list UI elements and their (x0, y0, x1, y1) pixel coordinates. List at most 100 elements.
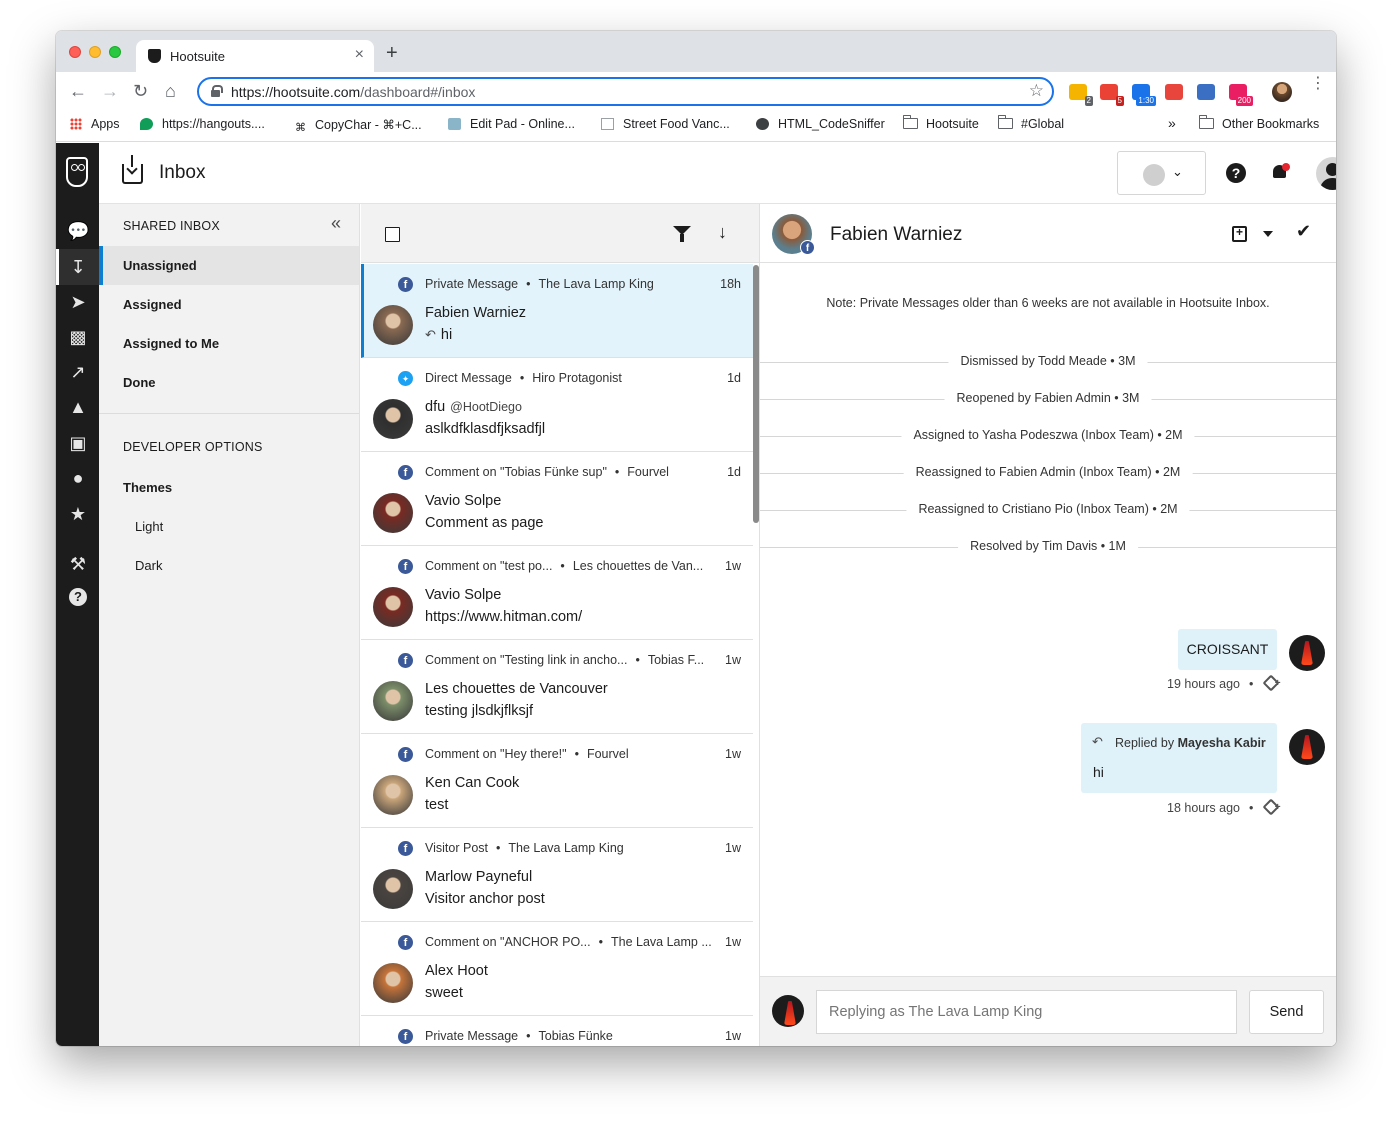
message-preview: Visitor anchor post (425, 891, 545, 907)
bookmark-other[interactable]: Other Bookmarks (1198, 115, 1319, 131)
timer-ext-icon[interactable] (1165, 84, 1183, 100)
browser-menu-icon[interactable]: ⋮ (1310, 76, 1326, 92)
sender-avatar[interactable] (373, 399, 413, 439)
twitter-icon: ✦ (398, 371, 413, 386)
replied-by-label: Replied by Mayesha Kabir (1115, 736, 1266, 750)
apps-puzzle-icon[interactable]: ★ (67, 503, 89, 525)
sticky-notes-ext-icon[interactable]: 2 (1069, 84, 1093, 106)
browser-tab-hootsuite[interactable]: Hootsuite × (136, 40, 374, 72)
publisher-icon[interactable]: ➤ (67, 291, 89, 313)
maximize-window-button[interactable] (109, 46, 121, 58)
message-row[interactable]: f Comment on "test po... • Les chouettes de… (361, 546, 753, 640)
sender-avatar[interactable] (373, 775, 413, 815)
tools-wrench-icon[interactable]: ⚒ (67, 553, 89, 575)
assignments-icon[interactable]: ▣ (67, 432, 89, 454)
message-row[interactable]: f Comment on "Tobias Fünke sup" • Fourvel 1d… (361, 452, 753, 546)
close-window-button[interactable] (69, 46, 81, 58)
bug-icon[interactable]: ● (67, 467, 89, 489)
extension-badge: 1:30 (1136, 96, 1156, 106)
sender-name-line: Alex Hoot (425, 963, 488, 979)
address-bar[interactable]: https://hootsuite.com/dashboard#/inbox ☆ (197, 77, 1054, 106)
trends-icon[interactable]: ↗ (67, 361, 89, 383)
back-arrow-icon[interactable]: ← (69, 82, 87, 100)
message-row[interactable]: f Comment on "Testing link in ancho... • To… (361, 640, 753, 734)
bookmark-htmlcodesniffer[interactable]: HTML_CodeSniffer (756, 117, 885, 131)
bookmark-apps[interactable]: Apps (70, 117, 120, 131)
select-all-checkbox[interactable] (385, 227, 400, 242)
notification-bell-icon[interactable] (1271, 163, 1290, 181)
assign-icon[interactable] (1232, 225, 1247, 242)
bookmark-streetfood[interactable]: Street Food Vanc... (601, 117, 730, 131)
message-row[interactable]: f Comment on "Hey there!" • Fourvel 1w Ken Ca… (361, 734, 753, 828)
message-list-scrollbar[interactable] (753, 265, 759, 523)
command-icon: ⌘ (295, 122, 306, 134)
inbox-nav-icon[interactable]: ↧ (67, 256, 89, 278)
sidebar-item-assigned[interactable]: Assigned (99, 285, 359, 324)
bookmark-label: Hootsuite (926, 117, 979, 131)
message-row[interactable]: f Visitor Post • The Lava Lamp King 1w Marlow… (361, 828, 753, 922)
bookmark-hangouts[interactable]: https://hangouts.... (140, 117, 265, 131)
reply-input[interactable] (816, 990, 1237, 1034)
profile-avatar[interactable] (1272, 82, 1292, 102)
message-meta: Comment on "Testing link in ancho... • Tob… (425, 653, 704, 667)
add-tag-icon[interactable] (1262, 674, 1280, 692)
sender-avatar[interactable] (373, 869, 413, 909)
message-preview-line: testing jlsdkjflksjf (425, 703, 533, 719)
lock-icon[interactable] (211, 85, 223, 97)
shared-inbox-heading: SHARED INBOX (123, 219, 220, 233)
message-type: Private Message (425, 277, 519, 291)
sender-avatar[interactable] (373, 681, 413, 721)
forward-arrow-icon[interactable]: → (101, 82, 119, 100)
sender-avatar[interactable] (373, 305, 413, 345)
streams-icon[interactable]: 💬 (67, 220, 89, 242)
event-text: Assigned to Yasha Podeszwa (Inbox Team) … (901, 428, 1195, 442)
bookmarks-overflow-icon[interactable]: » (1168, 115, 1176, 131)
tab-close-icon[interactable]: × (355, 46, 364, 64)
message-row[interactable]: f Comment on "ANCHOR PO... • The Lava Lamp … (361, 922, 753, 1016)
counter-ext-icon[interactable]: 200 (1229, 84, 1253, 106)
message-row[interactable]: f Private Message • The Lava Lamp King 18h Fa… (361, 264, 753, 358)
message-meta: Comment on "Tobias Fünke sup" • Fourvel (425, 465, 669, 479)
message-row[interactable]: f Private Message • Tobias Fünke 1w (361, 1016, 753, 1046)
sidebar-item-themes[interactable]: Themes (99, 468, 359, 507)
account-switcher-button[interactable]: ⌄ (1117, 151, 1206, 195)
sender-avatar[interactable] (373, 493, 413, 533)
resolve-check-icon[interactable]: ✔ (1296, 221, 1311, 242)
add-tag-icon[interactable] (1262, 798, 1280, 816)
bookmark-copychar[interactable]: ⌘ CopyChar - ⌘+C... (295, 117, 422, 134)
new-tab-button[interactable]: + (386, 43, 398, 63)
collapse-sidebar-icon[interactable]: « (331, 213, 341, 234)
help-nav-icon[interactable]: ? (69, 588, 87, 606)
sender-avatar[interactable] (373, 587, 413, 627)
bookmark-editpad[interactable]: Edit Pad - Online... (448, 117, 575, 131)
filter-icon[interactable] (673, 226, 691, 242)
send-button[interactable]: Send (1249, 990, 1324, 1034)
blue-square-ext-icon[interactable] (1197, 84, 1215, 100)
sender-avatar[interactable] (373, 963, 413, 1003)
user-avatar-icon[interactable] (1316, 157, 1336, 190)
reload-icon[interactable]: ↻ (133, 82, 148, 100)
help-icon[interactable]: ? (1226, 163, 1246, 183)
message-preview: Comment as page (425, 515, 544, 531)
bookmark-star-icon[interactable]: ☆ (1029, 81, 1044, 101)
message-row[interactable]: ✦ Direct Message • Hiro Protagonist 1d dfu @Ho… (361, 358, 753, 452)
assign-dropdown-caret-icon[interactable] (1263, 231, 1273, 237)
sidebar-item-done[interactable]: Done (99, 363, 359, 402)
sort-arrow-icon[interactable]: ↓ (718, 222, 727, 243)
gmail-ext-icon[interactable]: 5 (1100, 84, 1124, 106)
analytics-icon[interactable]: ▩ (67, 326, 89, 348)
bookmark-folder-hootsuite[interactable]: Hootsuite (902, 115, 979, 131)
theme-option-dark[interactable]: Dark (135, 558, 162, 573)
sidebar-item-unassigned[interactable]: Unassigned (99, 246, 359, 285)
message-preview-line: test (425, 797, 448, 813)
bookmark-folder-global[interactable]: #Global (997, 115, 1064, 131)
message-preview-line: aslkdfklasdfjksadfjl (425, 421, 545, 437)
message-list: ↓ f Private Message • The Lava Lamp King 18h… (361, 204, 760, 1046)
theme-option-light[interactable]: Light (135, 519, 163, 534)
launch-icon[interactable]: ▲ (67, 396, 89, 418)
calendar-ext-icon[interactable]: 1:30 (1132, 84, 1156, 106)
hootsuite-owl-logo-icon[interactable] (66, 157, 88, 187)
sidebar-item-assigned-to-me[interactable]: Assigned to Me (99, 324, 359, 363)
home-icon[interactable]: ⌂ (165, 82, 176, 100)
minimize-window-button[interactable] (89, 46, 101, 58)
